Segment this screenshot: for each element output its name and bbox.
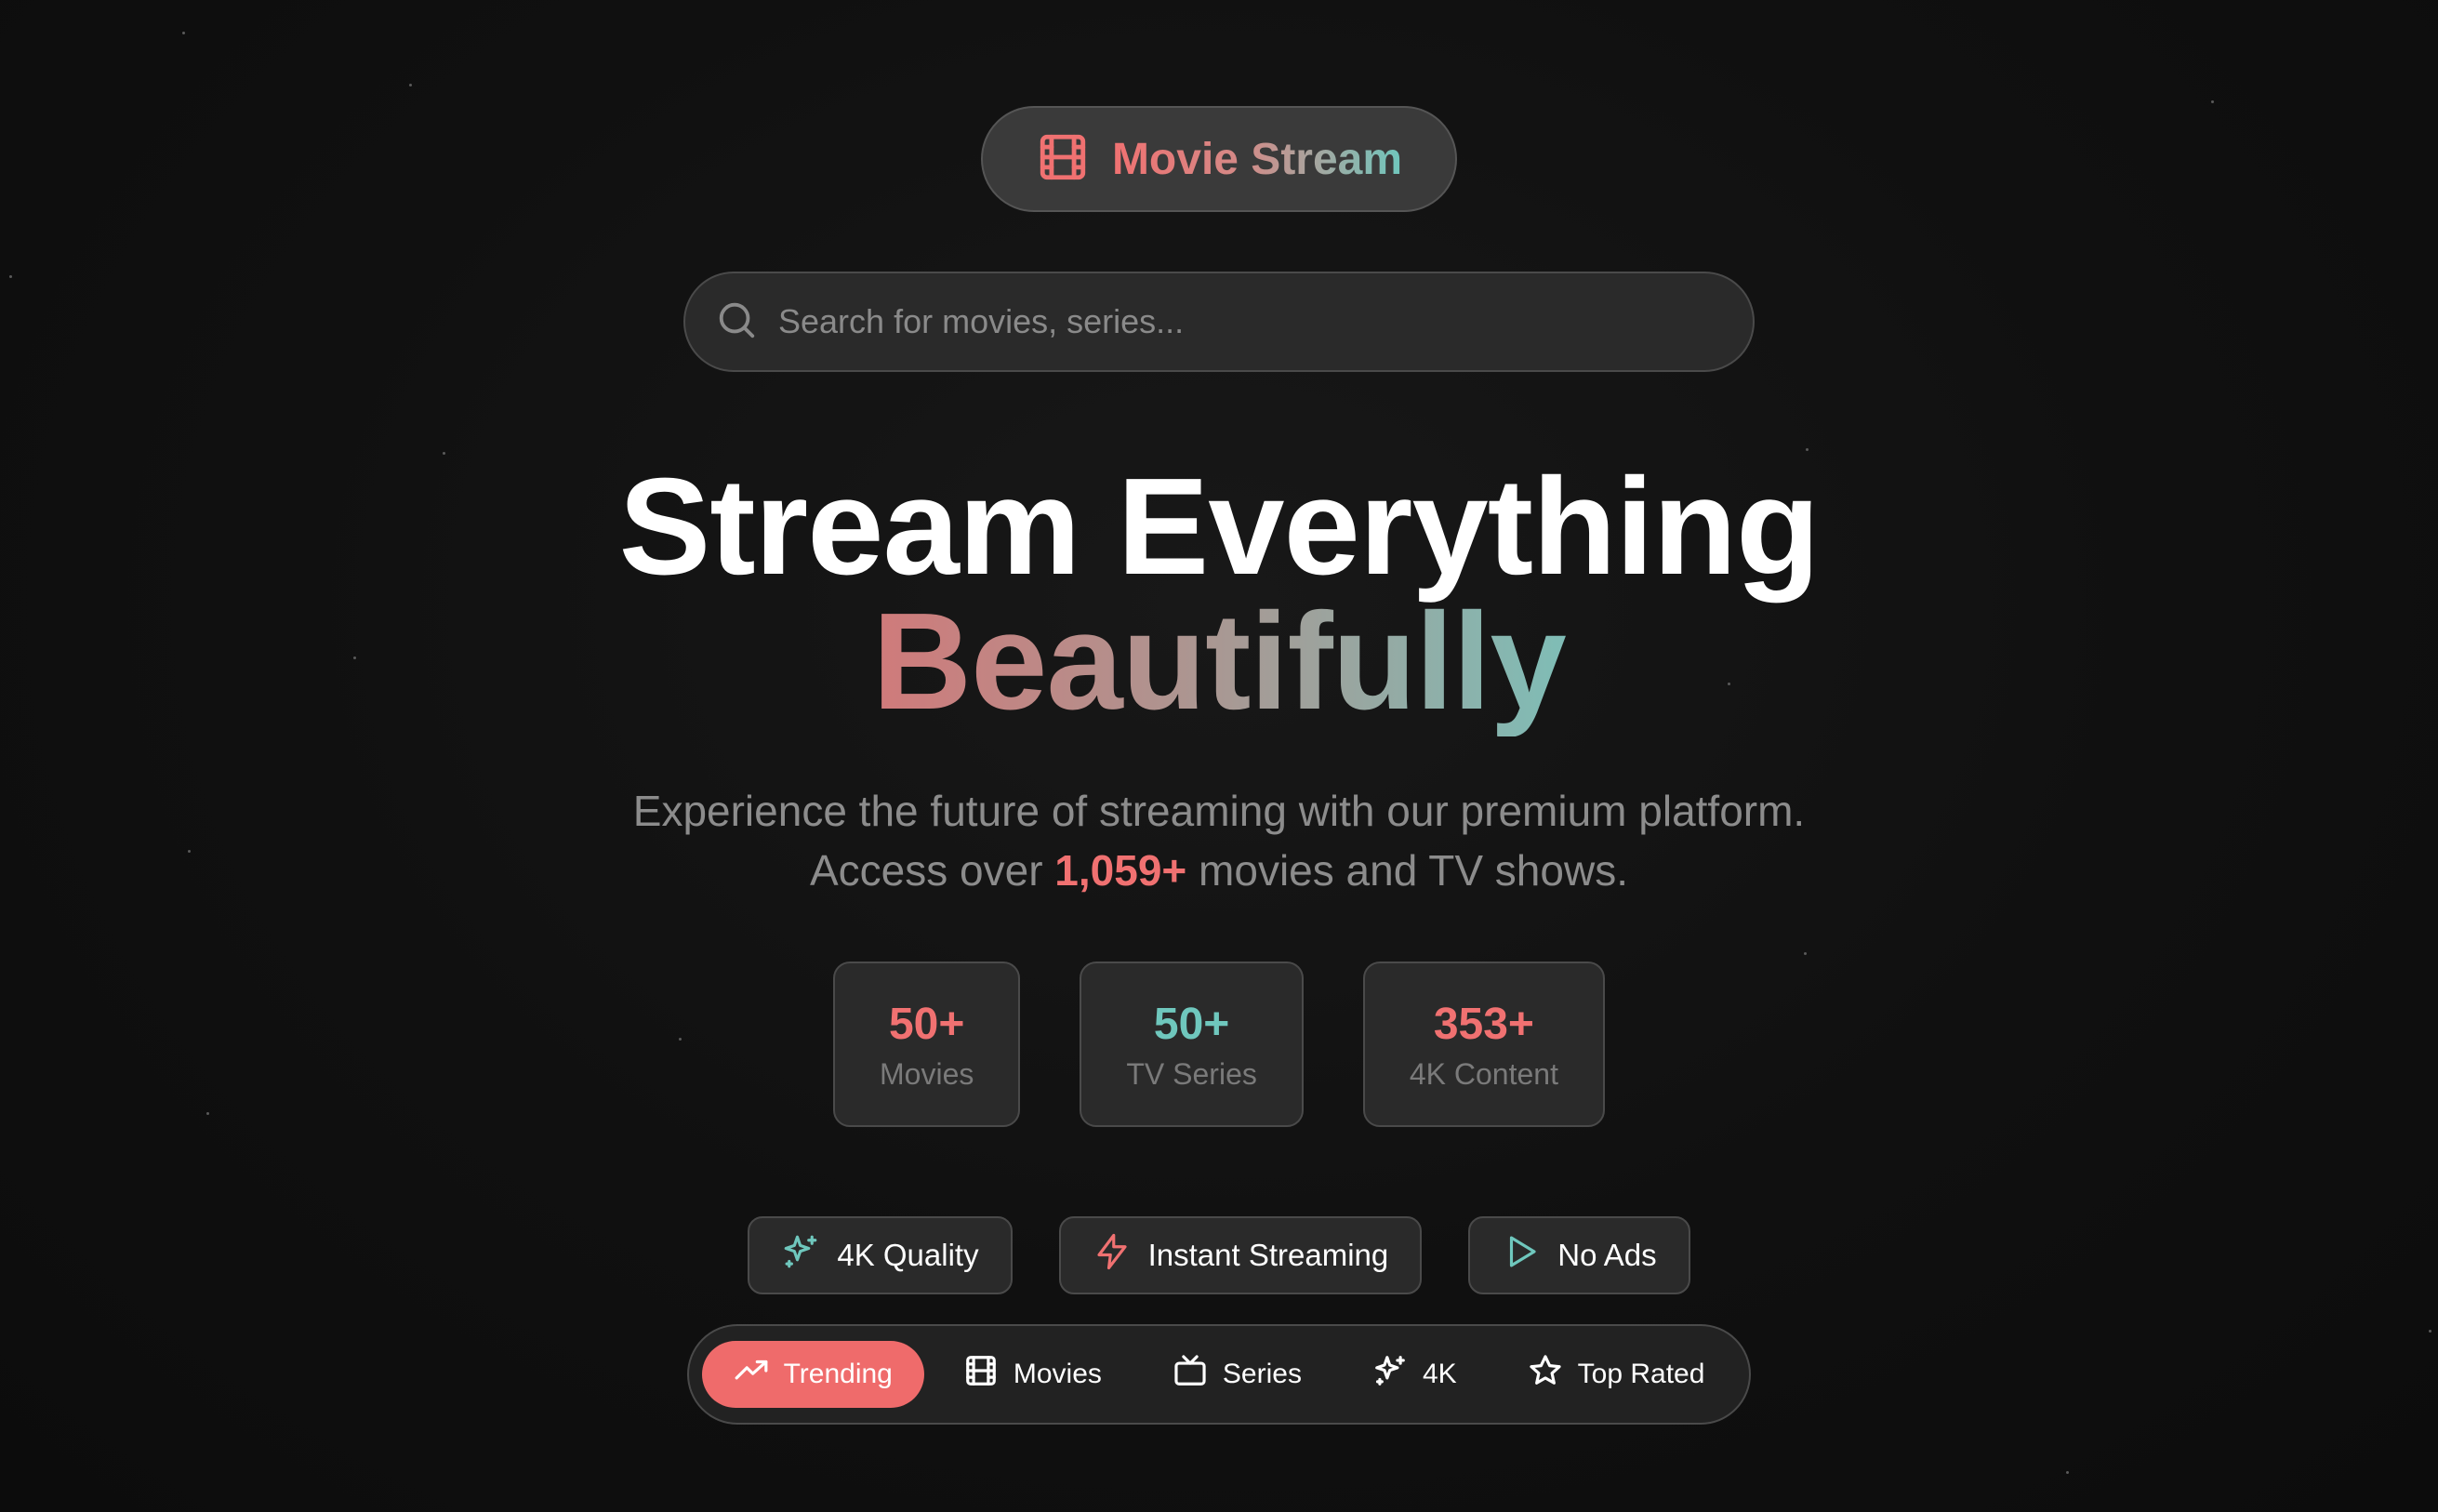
brand-name: Movie Stream: [1111, 134, 1403, 184]
tab-movies[interactable]: Movies: [932, 1341, 1133, 1408]
stat-value: 50+: [1153, 999, 1230, 1049]
subtitle-prefix: Access over: [809, 846, 1055, 895]
sparkles-icon: [781, 1232, 820, 1279]
feature-badges: 4K Quality Instant Streaming No Ads: [748, 1216, 1690, 1294]
tab-trending[interactable]: Trending: [701, 1341, 924, 1408]
search-icon: [715, 298, 758, 346]
tab-series[interactable]: Series: [1141, 1341, 1333, 1408]
main-content: Movie Stream Stream Everything Beautiful…: [0, 0, 2438, 1425]
feature-badge-instant-streaming: Instant Streaming: [1058, 1216, 1423, 1294]
play-icon: [1502, 1232, 1541, 1279]
tv-icon: [1173, 1353, 1208, 1396]
tab-label: Series: [1222, 1359, 1302, 1389]
tab-4k[interactable]: 4K: [1341, 1341, 1489, 1408]
star-icon: [1528, 1353, 1563, 1396]
stat-card-tv-series: 50+ TV Series: [1080, 962, 1304, 1127]
background-star: [2066, 1471, 2069, 1474]
feature-badge-4k-quality: 4K Quality: [748, 1216, 1013, 1294]
film-icon: [1036, 130, 1090, 189]
tab-label: Top Rated: [1577, 1359, 1705, 1389]
lightning-icon: [1093, 1232, 1132, 1279]
search-bar: [683, 272, 1755, 372]
stat-card-4k-content: 353+ 4K Content: [1362, 962, 1605, 1127]
stat-value: 353+: [1433, 999, 1534, 1049]
tab-label: Movies: [1013, 1359, 1102, 1389]
hero-title: Stream Everything: [618, 450, 1821, 603]
stat-value: 50+: [888, 999, 965, 1049]
sparkles-icon: [1372, 1353, 1408, 1396]
tab-label: 4K: [1422, 1359, 1457, 1389]
category-tabs: Trending Movies Series 4K Top Rated: [686, 1324, 1752, 1425]
film-icon: [963, 1353, 999, 1396]
subtitle-line-1: Experience the future of streaming with …: [632, 787, 1806, 835]
hero-subtitle: Experience the future of streaming with …: [633, 781, 1805, 900]
stats-row: 50+ Movies 50+ TV Series 353+ 4K Content: [833, 962, 1605, 1127]
tab-label: Trending: [783, 1359, 893, 1389]
tab-top-rated[interactable]: Top Rated: [1496, 1341, 1737, 1408]
brand-logo[interactable]: Movie Stream: [981, 106, 1457, 212]
feature-badge-no-ads: No Ads: [1468, 1216, 1690, 1294]
stat-card-movies: 50+ Movies: [833, 962, 1021, 1127]
feature-label: No Ads: [1557, 1238, 1657, 1272]
stat-label: TV Series: [1126, 1056, 1257, 1091]
hero-title-accent: Beautifully: [872, 585, 1567, 738]
subtitle-suffix: movies and TV shows.: [1186, 846, 1628, 895]
search-input[interactable]: [776, 301, 1753, 342]
title-count-highlight: 1,059+: [1054, 846, 1187, 895]
page: Movie Stream Stream Everything Beautiful…: [0, 0, 2438, 1512]
feature-label: Instant Streaming: [1147, 1238, 1389, 1272]
stat-label: 4K Content: [1409, 1056, 1558, 1091]
subtitle-line-2: Access over 1,059+ movies and TV shows.: [633, 841, 1805, 900]
feature-label: 4K Quality: [837, 1238, 979, 1272]
stat-label: Movies: [880, 1056, 974, 1091]
trending-up-icon: [734, 1353, 769, 1396]
